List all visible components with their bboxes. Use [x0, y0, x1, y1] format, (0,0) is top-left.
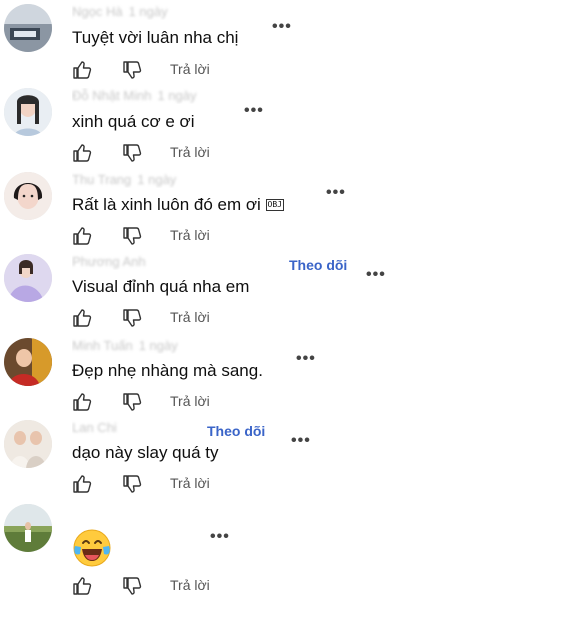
avatar-image — [4, 4, 52, 52]
comment-header: Đỗ Nhật Minh 1 ngày — [72, 88, 232, 104]
thumbs-up-icon[interactable] — [72, 60, 92, 80]
comment-actions: Trả lời — [72, 576, 272, 596]
thumbs-down-icon[interactable] — [122, 226, 142, 246]
thumbs-up-icon[interactable] — [72, 474, 92, 494]
more-options-icon[interactable]: ••• — [296, 351, 316, 367]
comment-text: Đẹp nhẹ nhàng mà sang. — [72, 361, 263, 380]
thumbs-up-icon[interactable] — [72, 392, 92, 412]
more-options-icon[interactable]: ••• — [366, 267, 386, 283]
comment-text: Visual đỉnh quá nha em — [72, 277, 250, 296]
comment-time: 1 ngày — [157, 88, 197, 103]
comment-text: xinh quá cơ e ơi — [72, 112, 195, 131]
more-options-icon[interactable]: ••• — [272, 19, 292, 35]
comment-header: Phương Anh — [72, 254, 272, 270]
reply-button[interactable]: Trả lời — [170, 144, 210, 160]
comment-actions: Trả lời — [72, 226, 272, 246]
comment-time: 1 ngày — [137, 172, 177, 187]
more-options-icon[interactable]: ••• — [326, 185, 346, 201]
author-name[interactable]: Ngọc Hà — [72, 4, 123, 19]
reply-button[interactable]: Trả lời — [170, 475, 210, 491]
reply-button[interactable]: Trả lời — [170, 393, 210, 409]
avatar-image — [4, 254, 52, 302]
reply-button[interactable]: Trả lời — [170, 227, 210, 243]
laughing-tears-emoji-icon — [73, 529, 111, 567]
avatar[interactable] — [4, 254, 52, 302]
avatar[interactable] — [4, 504, 52, 552]
author-name[interactable]: Thu Trang — [72, 172, 131, 187]
comment-actions: Trả lời — [72, 474, 272, 494]
thumbs-down-icon[interactable] — [122, 474, 142, 494]
comment-header: Thu Trang 1 ngày — [72, 172, 252, 188]
comment-actions: Trả lời — [72, 308, 272, 328]
thumbs-down-icon[interactable] — [122, 60, 142, 80]
comment-text-body: Rất là xinh luôn đó em ơi — [72, 195, 261, 214]
avatar[interactable] — [4, 88, 52, 136]
comment-text: Rất là xinh luôn đó em ơi OBJ — [72, 195, 284, 215]
thumbs-down-icon[interactable] — [122, 143, 142, 163]
author-name[interactable]: Đỗ Nhật Minh — [72, 88, 151, 103]
more-options-icon[interactable]: ••• — [244, 103, 264, 119]
comment-actions: Trả lời — [72, 392, 272, 412]
thumbs-up-icon[interactable] — [72, 143, 92, 163]
author-name[interactable]: Lan Chi — [72, 420, 117, 435]
avatar-image — [4, 420, 52, 468]
comment-actions: Trả lời — [72, 60, 272, 80]
more-options-icon[interactable]: ••• — [291, 433, 311, 449]
comment-text: Tuyệt vời luân nha chị — [72, 28, 239, 47]
thumbs-down-icon[interactable] — [122, 576, 142, 596]
more-options-icon[interactable]: ••• — [210, 529, 230, 545]
comment-header: Ngọc Hà 1 ngày — [72, 4, 222, 20]
author-name[interactable]: Phương Anh — [72, 254, 146, 269]
comments-list: Ngọc Hà 1 ngày ••• Tuyệt vời luân nha chị… — [0, 0, 564, 618]
comment-actions: Trả lời — [72, 143, 272, 163]
follow-button[interactable]: Theo dõi — [289, 257, 347, 273]
follow-button[interactable]: Theo dõi — [207, 423, 265, 439]
reply-button[interactable]: Trả lời — [170, 577, 210, 593]
avatar-image — [4, 504, 52, 552]
avatar-image — [4, 88, 52, 136]
thumbs-down-icon[interactable] — [122, 308, 142, 328]
avatar[interactable] — [4, 420, 52, 468]
comment-header: Minh Tuấn 1 ngày — [72, 338, 232, 354]
thumbs-up-icon[interactable] — [72, 308, 92, 328]
comment-time: 1 ngày — [128, 4, 168, 19]
avatar[interactable] — [4, 172, 52, 220]
comment-time: 1 ngày — [138, 338, 178, 353]
avatar-image — [4, 338, 52, 386]
reply-button[interactable]: Trả lời — [170, 61, 210, 77]
thumbs-down-icon[interactable] — [122, 392, 142, 412]
reply-button[interactable]: Trả lời — [170, 309, 210, 325]
object-placeholder-icon: OBJ — [265, 199, 284, 211]
avatar[interactable] — [4, 338, 52, 386]
comment-header: Lan Chi — [72, 420, 192, 436]
author-name[interactable]: Minh Tuấn — [72, 338, 133, 353]
thumbs-up-icon[interactable] — [72, 576, 92, 596]
avatar[interactable] — [4, 4, 52, 52]
comment-text: dạo này slay quá ty — [72, 443, 219, 462]
thumbs-up-icon[interactable] — [72, 226, 92, 246]
avatar-image — [4, 172, 52, 220]
